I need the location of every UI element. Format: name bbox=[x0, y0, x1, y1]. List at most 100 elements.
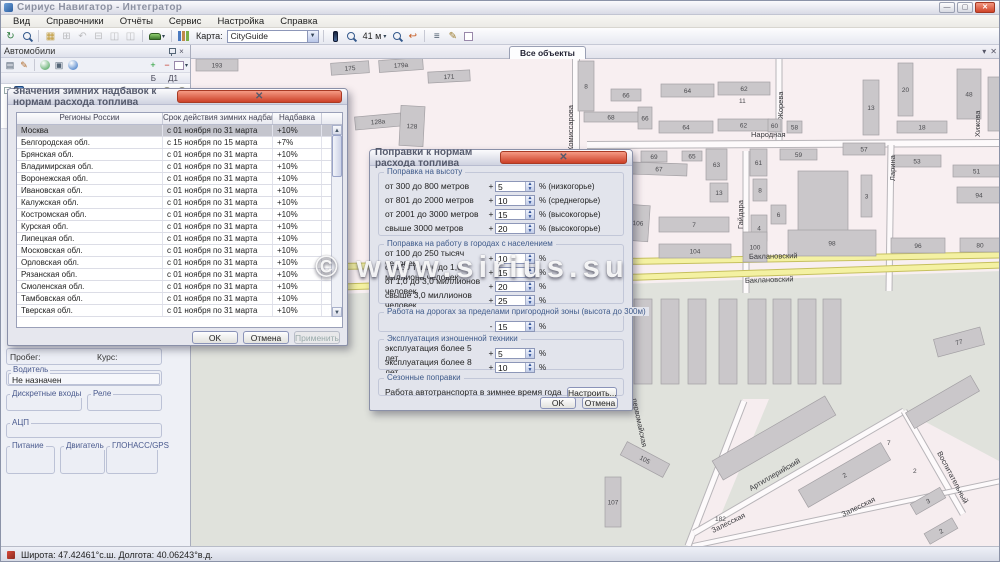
table-row[interactable]: Рязанская обл.с 01 ноября по 31 марта+10… bbox=[17, 269, 342, 281]
chevron-down-icon[interactable]: ▾ bbox=[162, 33, 165, 40]
list-icon[interactable]: ≡ bbox=[429, 29, 444, 43]
table-scrollbar[interactable]: ▲ ▼ bbox=[331, 125, 342, 317]
menu-item-2[interactable]: Отчёты bbox=[112, 15, 161, 28]
spinner-down-icon[interactable]: ▼ bbox=[526, 229, 534, 234]
value-spinner[interactable]: 20▲▼ bbox=[495, 281, 535, 292]
table-row[interactable]: Смоленская обл.с 01 ноября по 31 марта+1… bbox=[17, 281, 342, 293]
table-row[interactable]: Орловская обл.с 01 ноября по 31 марта+10… bbox=[17, 257, 342, 269]
edit-layers-icon[interactable]: ▦ bbox=[43, 29, 58, 43]
print-icon[interactable]: ▤ bbox=[3, 59, 17, 72]
view-dropdown[interactable]: ▾ bbox=[174, 59, 188, 72]
value-spinner[interactable]: 10▲▼ bbox=[495, 195, 535, 206]
menu-item-0[interactable]: Вид bbox=[5, 15, 38, 28]
table-row[interactable]: Белгородская обл.с 15 ноября по 15 марта… bbox=[17, 137, 342, 149]
add-button[interactable]: + bbox=[146, 59, 160, 72]
route-back-icon[interactable]: ↩ bbox=[405, 29, 420, 43]
chart-icon[interactable] bbox=[176, 29, 191, 43]
value-spinner[interactable]: 15▲▼ bbox=[495, 209, 535, 220]
value-spinner[interactable]: 5▲▼ bbox=[495, 181, 535, 192]
value-spinner[interactable]: 10▲▼ bbox=[495, 362, 535, 373]
table-row[interactable]: Липецкая обл.с 01 ноября по 31 марта+10% bbox=[17, 233, 342, 245]
spinner-down-icon[interactable]: ▼ bbox=[526, 301, 534, 306]
close-button[interactable]: ✕ bbox=[975, 2, 995, 13]
spinner-down-icon[interactable]: ▼ bbox=[526, 368, 534, 373]
spinner-down-icon[interactable]: ▼ bbox=[526, 201, 534, 206]
menu-item-4[interactable]: Настройка bbox=[209, 15, 272, 28]
zoom-in-icon[interactable] bbox=[344, 29, 359, 43]
street-label: Гайдара bbox=[736, 199, 745, 229]
menu-item-3[interactable]: Сервис bbox=[161, 15, 210, 28]
vehicle-filter-icon[interactable]: ▾ bbox=[147, 29, 167, 43]
spinner-down-icon[interactable]: ▼ bbox=[526, 327, 534, 332]
winter-cancel-button[interactable]: Отмена bbox=[243, 331, 289, 344]
select-checkbox[interactable] bbox=[461, 29, 476, 43]
title-bar[interactable]: Сириус Навигатор - Интегратор — ▢ ✕ bbox=[1, 1, 999, 15]
value-spinner[interactable]: 5▲▼ bbox=[495, 348, 535, 359]
table-column-header[interactable]: Срок действия зимних надбавок bbox=[163, 113, 273, 124]
corrections-dialog-close-icon[interactable]: ✕ bbox=[500, 151, 627, 164]
minimize-button[interactable]: — bbox=[939, 2, 955, 13]
globe-icon[interactable] bbox=[38, 59, 52, 72]
table-row[interactable]: Тамбовская обл.с 01 ноября по 31 марта+1… bbox=[17, 293, 342, 305]
table-row[interactable]: Московская обл.с 01 ноября по 31 марта+1… bbox=[17, 245, 342, 257]
table-row[interactable]: Костромская обл.с 01 ноября по 31 марта+… bbox=[17, 209, 342, 221]
map-provider-combobox[interactable]: CityGuide ▼ bbox=[227, 30, 319, 43]
position-icon bbox=[7, 551, 15, 559]
table-row[interactable]: Калужская обл.с 01 ноября по 31 марта+10… bbox=[17, 197, 342, 209]
winter-ok-button[interactable]: OK bbox=[192, 331, 238, 344]
winter-dialog-close-icon[interactable]: ✕ bbox=[177, 90, 343, 103]
value-spinner[interactable]: 10▲▼ bbox=[495, 253, 535, 264]
close-panel-icon[interactable]: × bbox=[176, 46, 187, 56]
corrections-cancel-button[interactable]: Отмена bbox=[582, 397, 618, 409]
menu-item-1[interactable]: Справочники bbox=[38, 15, 112, 28]
tab-all-objects[interactable]: Все объекты bbox=[509, 46, 586, 59]
scroll-thumb[interactable] bbox=[332, 135, 342, 177]
edit-note-icon[interactable]: ✎ bbox=[445, 29, 460, 43]
corrections-dialog-titlebar[interactable]: Поправки к нормам расхода топлива ✕ bbox=[370, 150, 632, 166]
remove-button[interactable]: − bbox=[160, 59, 174, 72]
table-row[interactable]: Воронежская обл.с 01 ноября по 31 марта+… bbox=[17, 173, 342, 185]
table-row[interactable]: Брянская обл.с 01 ноября по 31 марта+10% bbox=[17, 149, 342, 161]
table-row[interactable]: Москвас 01 ноября по 31 марта+10% bbox=[17, 125, 342, 137]
value-spinner[interactable]: 20▲▼ bbox=[495, 223, 535, 234]
table-row[interactable]: Курская обл.с 01 ноября по 31 марта+10% bbox=[17, 221, 342, 233]
value-spinner[interactable]: 15▲▼ bbox=[495, 267, 535, 278]
table-row[interactable]: Владимирская обл.с 01 ноября по 31 марта… bbox=[17, 161, 342, 173]
spinner-down-icon[interactable]: ▼ bbox=[526, 187, 534, 192]
maximize-button[interactable]: ▢ bbox=[957, 2, 973, 13]
marker-icon[interactable] bbox=[328, 29, 343, 43]
chevron-down-icon[interactable]: ▾ bbox=[383, 33, 386, 40]
search-icon[interactable] bbox=[19, 29, 34, 43]
table-column-header[interactable]: Надбавка bbox=[273, 113, 322, 124]
spinner-down-icon[interactable]: ▼ bbox=[526, 215, 534, 220]
spinner-down-icon[interactable]: ▼ bbox=[526, 354, 534, 359]
regions-table[interactable]: Регионы РоссииСрок действия зимних надба… bbox=[16, 112, 343, 328]
zoom-out-icon[interactable] bbox=[389, 29, 404, 43]
svg-text:51: 51 bbox=[973, 168, 981, 175]
table-column-header[interactable]: Регионы России bbox=[17, 113, 163, 124]
tab-close-icon[interactable]: ✕ bbox=[990, 47, 997, 56]
spinner-value: 5 bbox=[496, 349, 525, 358]
value-spinner[interactable]: 15▲▼ bbox=[495, 321, 535, 332]
tab-list-icon[interactable]: ▾ bbox=[982, 47, 986, 56]
spinner-down-icon[interactable]: ▼ bbox=[526, 273, 534, 278]
chevron-down-icon[interactable]: ▼ bbox=[307, 31, 318, 42]
table-row[interactable]: Тверская обл.с 01 ноября по 31 марта+10% bbox=[17, 305, 342, 317]
table-row[interactable]: Ивановская обл.с 01 ноября по 31 марта+1… bbox=[17, 185, 342, 197]
configure-button[interactable]: Настроить... bbox=[567, 387, 617, 398]
winter-dialog-titlebar[interactable]: Значения зимних надбавок к нормам расход… bbox=[8, 89, 347, 105]
value-spinner[interactable]: 25▲▼ bbox=[495, 295, 535, 306]
spinner-down-icon[interactable]: ▼ bbox=[526, 287, 534, 292]
photo-icon[interactable]: ▣ bbox=[52, 59, 66, 72]
paint-icon[interactable]: ✎ bbox=[17, 59, 31, 72]
correction-label: от 300 до 800 метров bbox=[385, 181, 487, 191]
pin-icon[interactable] bbox=[165, 46, 176, 56]
refresh-icon[interactable]: ↻ bbox=[3, 29, 18, 43]
scroll-down-icon[interactable]: ▼ bbox=[332, 307, 342, 317]
menu-item-5[interactable]: Справка bbox=[272, 15, 325, 28]
spinner-down-icon[interactable]: ▼ bbox=[526, 259, 534, 264]
web-icon[interactable] bbox=[66, 59, 80, 72]
corrections-ok-button[interactable]: OK bbox=[540, 397, 576, 409]
zoom-level[interactable]: 41 м▾ bbox=[360, 29, 389, 43]
scroll-up-icon[interactable]: ▲ bbox=[332, 125, 342, 135]
